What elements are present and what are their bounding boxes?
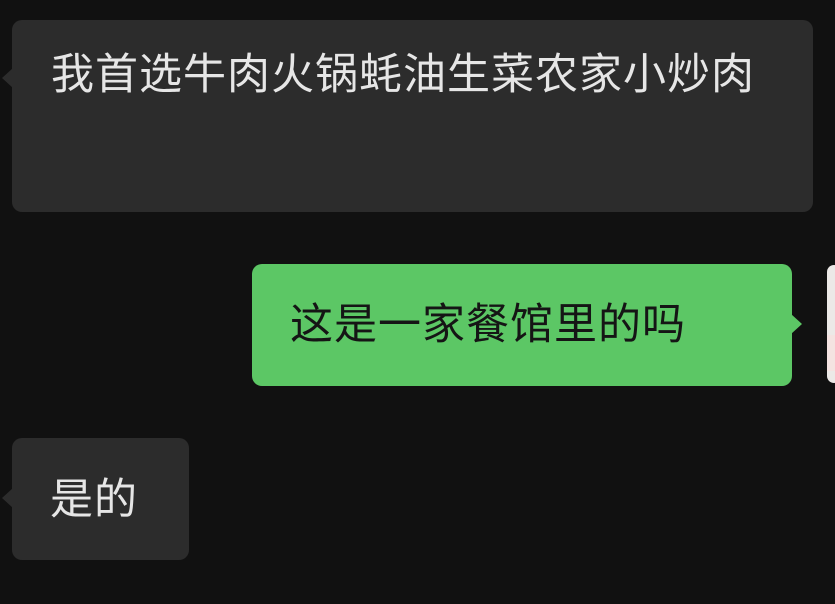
message-text: 这是一家餐馆里的吗 [290, 300, 686, 350]
bubble-tail [2, 488, 13, 508]
avatar[interactable] [827, 265, 835, 383]
bubble-tail [2, 68, 13, 88]
message-text: 是的 [50, 475, 138, 525]
incoming-message-bubble[interactable]: 我首选牛肉火锅蚝油生菜农家小炒肉 [2, 20, 813, 212]
message-text: 我首选牛肉火锅蚝油生菜农家小炒肉 [51, 50, 755, 100]
incoming-message-bubble[interactable]: 是的 [2, 438, 189, 560]
outgoing-message-bubble[interactable]: 这是一家餐馆里的吗 [252, 264, 802, 386]
avatar-image-detail [827, 335, 835, 371]
bubble-tail [791, 314, 802, 334]
